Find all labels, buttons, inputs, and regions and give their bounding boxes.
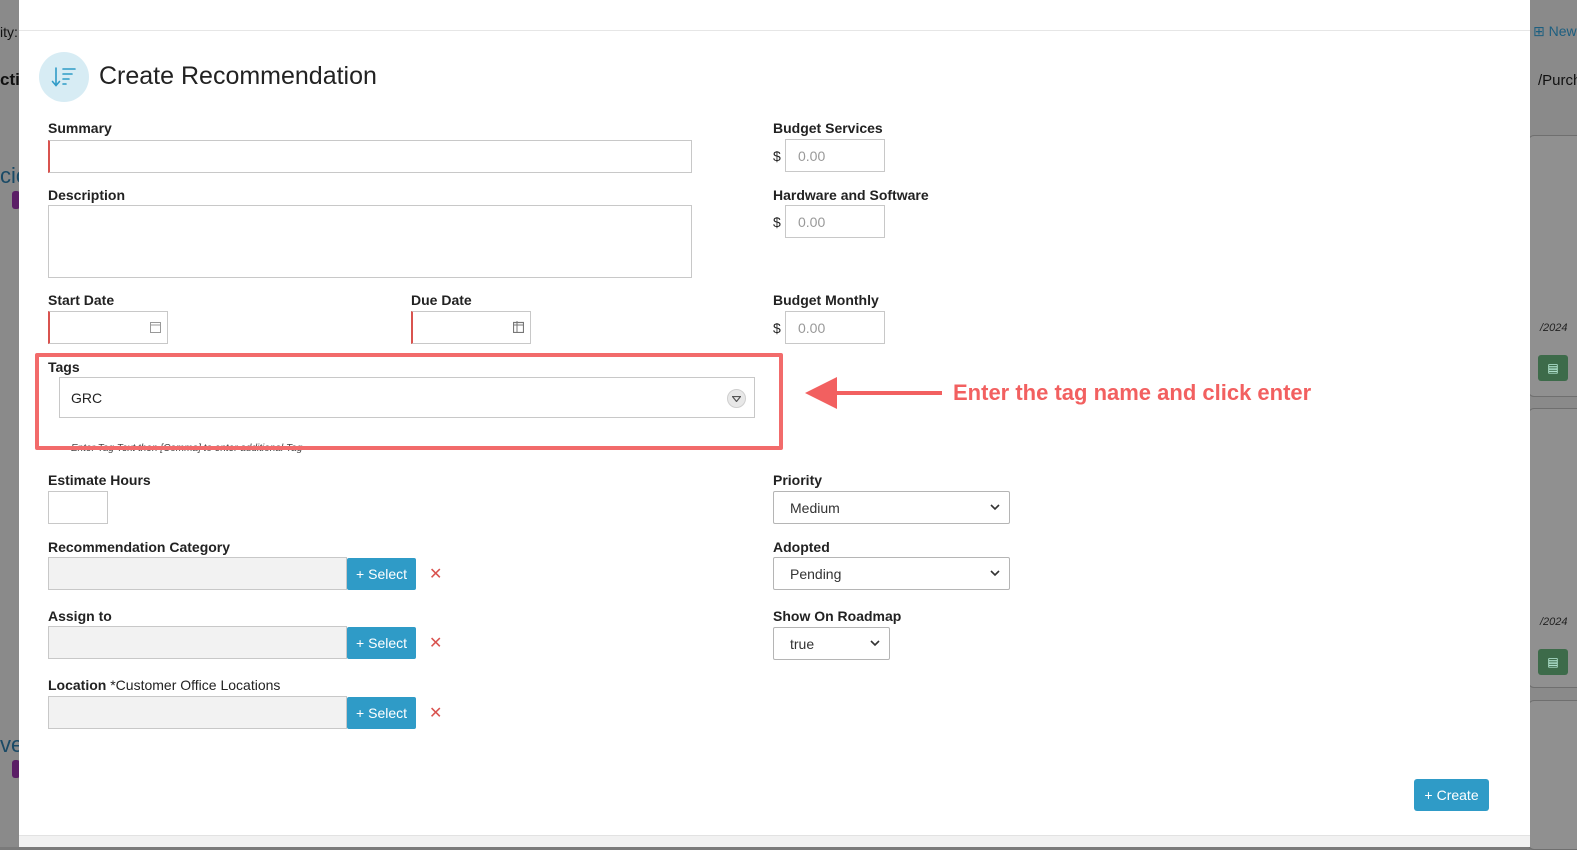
bg-card: [1528, 408, 1577, 688]
plus-icon: +: [355, 705, 365, 721]
priority-label: Priority: [773, 472, 823, 488]
location-select-button[interactable]: + Select: [347, 697, 416, 729]
priority-value: Medium: [790, 499, 840, 516]
budget-services-label: Budget Services: [773, 120, 883, 136]
budget-monthly-label: Budget Monthly: [773, 292, 879, 308]
create-label: Create: [1436, 787, 1479, 803]
estimate-hours-input[interactable]: [48, 491, 108, 524]
show-on-roadmap-label: Show On Roadmap: [773, 608, 902, 624]
bg-action-icon: ▤: [1538, 355, 1568, 381]
adopted-value: Pending: [790, 565, 842, 582]
hardware-software-placeholder: 0.00: [798, 213, 826, 230]
location-field[interactable]: [48, 696, 347, 729]
assign-to-label: Assign to: [48, 608, 112, 624]
estimate-hours-label: Estimate Hours: [48, 472, 151, 488]
recommendation-category-field[interactable]: [48, 557, 347, 590]
annotation-arrow-icon: [805, 377, 942, 409]
annotation-highlight-box: [35, 353, 783, 450]
priority-select[interactable]: Medium: [773, 491, 1010, 524]
bg-new-button: ⊞ New: [1533, 23, 1577, 39]
start-date-label: Start Date: [48, 292, 115, 308]
chevron-down-icon: [870, 640, 880, 647]
clear-location-icon[interactable]: ✕: [429, 703, 442, 723]
hardware-software-input[interactable]: 0.00: [785, 205, 885, 238]
chevron-down-icon: [990, 504, 1000, 511]
budget-monthly-input[interactable]: 0.00: [785, 311, 885, 344]
budget-services-placeholder: 0.00: [798, 147, 826, 164]
due-date-label: Due Date: [411, 292, 472, 308]
adopted-select[interactable]: Pending: [773, 557, 1010, 590]
select-label: Select: [368, 705, 408, 721]
modal-title: Create Recommendation: [99, 62, 377, 90]
assign-to-select-button[interactable]: + Select: [347, 627, 416, 659]
location-note: *Customer Office Locations: [110, 677, 281, 693]
recommendation-category-select-button[interactable]: + Select: [347, 558, 416, 590]
currency-symbol: $: [773, 148, 781, 164]
create-recommendation-modal: Create Recommendation Summary Descriptio…: [19, 0, 1530, 847]
location-label: Location *Customer Office Locations: [48, 677, 280, 693]
chevron-down-icon: [990, 570, 1000, 577]
clear-category-icon[interactable]: ✕: [429, 564, 442, 584]
adopted-label: Adopted: [773, 539, 830, 555]
description-textarea[interactable]: [48, 205, 692, 278]
bg-card: [1528, 700, 1577, 850]
budget-services-input[interactable]: 0.00: [785, 139, 885, 172]
summary-label: Summary: [48, 120, 112, 136]
assign-to-field[interactable]: [48, 626, 347, 659]
budget-monthly-placeholder: 0.00: [798, 319, 826, 336]
calendar-icon: [150, 322, 161, 333]
summary-input[interactable]: [48, 140, 692, 173]
start-date-input[interactable]: [48, 311, 168, 344]
bg-label: /Purcha: [1538, 72, 1577, 89]
sort-list-icon: [39, 52, 89, 102]
show-on-roadmap-select[interactable]: true: [773, 627, 890, 660]
description-label: Description: [48, 187, 126, 203]
recommendation-category-label: Recommendation Category: [48, 539, 231, 555]
bg-date: /2024: [1540, 616, 1568, 628]
plus-icon: +: [355, 635, 365, 651]
currency-symbol: $: [773, 320, 781, 336]
bg-label: ity:: [0, 24, 18, 40]
location-label-text: Location: [48, 677, 107, 693]
clear-assign-icon[interactable]: ✕: [429, 633, 442, 653]
annotation-text: Enter the tag name and click enter: [953, 380, 1312, 405]
calendar-icon: [513, 321, 524, 333]
bg-new-label: New: [1548, 23, 1577, 39]
select-label: Select: [368, 566, 408, 582]
bg-action-icon: ▤: [1538, 649, 1568, 675]
currency-symbol: $: [773, 214, 781, 230]
plus-icon: +: [1424, 787, 1433, 803]
due-date-input[interactable]: [411, 311, 531, 344]
modal-footer-strip: [19, 835, 1530, 847]
plus-icon: +: [355, 566, 365, 582]
create-button[interactable]: + Create: [1414, 779, 1489, 811]
modal-divider: [19, 30, 1530, 31]
bg-date: /2024: [1540, 322, 1568, 334]
show-on-roadmap-value: true: [790, 635, 815, 652]
hardware-software-label: Hardware and Software: [773, 187, 929, 203]
select-label: Select: [368, 635, 408, 651]
